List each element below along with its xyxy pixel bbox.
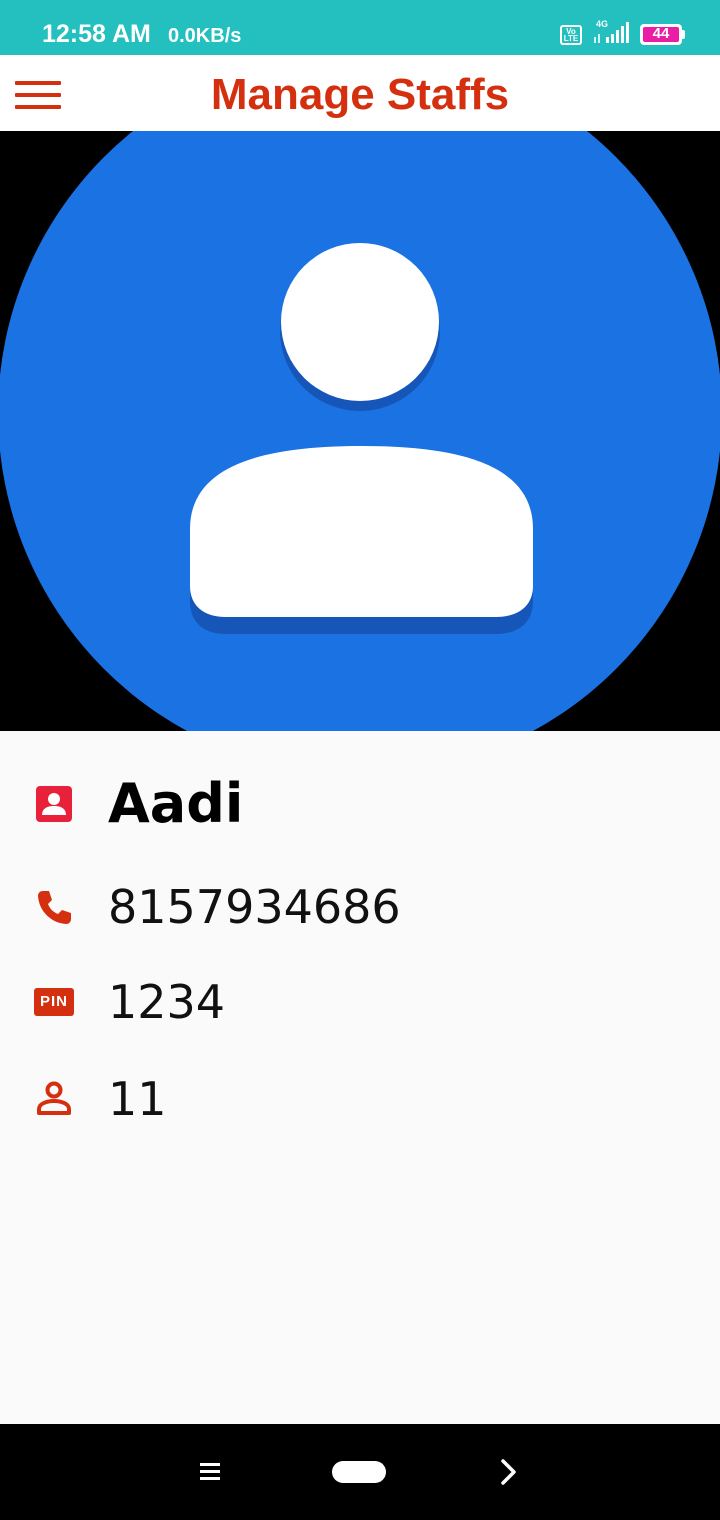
staff-name: Aadi [108,772,244,835]
app-bar: Manage Staffs [0,55,720,131]
staff-name-row: Aadi [0,769,720,839]
navigation-bar [0,1424,720,1520]
chevron-right-icon[interactable] [494,1456,524,1488]
status-time: 12:58 AM [42,20,151,48]
pin-icon: PIN [34,988,74,1016]
staff-phone-row: 8157934686 [0,872,720,942]
status-bar: 12:58 AM 0.0KB/s Vo LTE 4G 44 [0,0,720,55]
staff-phone: 8157934686 [108,880,401,934]
phone-icon [38,891,71,924]
staff-photo [0,131,720,731]
person-avatar-icon [0,131,720,731]
contact-card-icon [36,786,72,822]
staff-id: 11 [108,1072,167,1126]
signal-icon: 4G [594,19,629,43]
staff-id-row: 11 [0,1064,720,1134]
volte-icon: Vo LTE [560,25,582,45]
page-title: Manage Staffs [210,70,510,119]
staff-pin: 1234 [108,975,226,1029]
home-pill-icon[interactable] [332,1461,386,1483]
network-speed: 0.0KB/s [168,25,242,47]
battery-icon: 44 [640,24,682,45]
recent-apps-icon[interactable] [196,1458,224,1486]
svg-text:4G: 4G [596,19,608,29]
battery-level: 44 [652,25,670,42]
person-outline-icon [37,1081,71,1115]
staff-pin-row: PIN 1234 [0,967,720,1037]
